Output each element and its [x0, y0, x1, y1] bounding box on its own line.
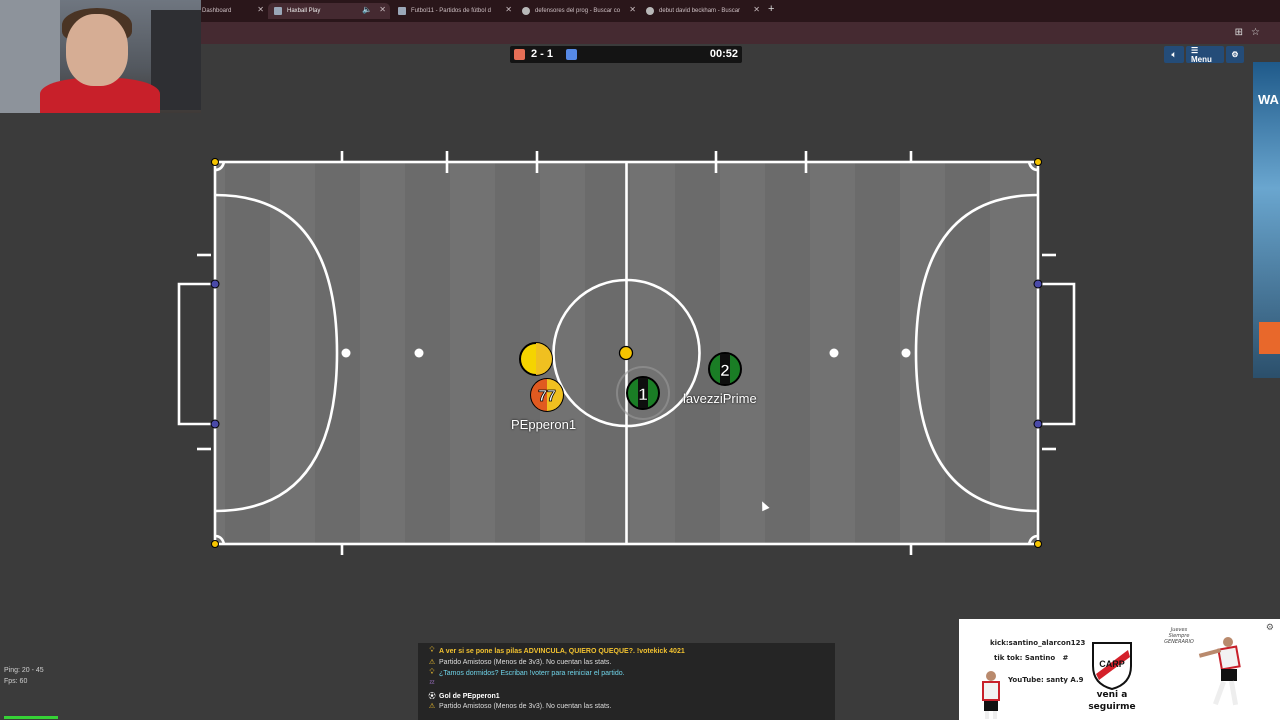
player-figure-left: [979, 671, 1003, 719]
follow-call-to-action: veni a seguirme: [1088, 690, 1136, 712]
player-name-pepperon1: PEpperon1: [511, 417, 577, 432]
chat-message: ⚠ Partido Amistoso (Menos de 3v3). No cu…: [428, 658, 612, 667]
signature: Jueves Siempre GENERARIO: [1164, 627, 1194, 645]
player-blue-2: 2: [708, 352, 742, 386]
river-plate-crest-icon: CARP: [1092, 642, 1132, 690]
bulb-icon: 💡︎: [429, 647, 435, 654]
chat-message: ᶻᶻ: [428, 680, 439, 687]
warning-icon: ⚠: [428, 703, 436, 710]
youtube-handle: YouTube: santy A.9: [1008, 676, 1084, 684]
warning-icon: ⚠: [428, 659, 436, 666]
player-red-1: [519, 342, 553, 376]
bulb-icon: 💡︎: [429, 669, 435, 676]
player-number: 1: [638, 385, 647, 404]
player-blue-1: 1: [626, 376, 660, 410]
left-goal: [177, 282, 215, 426]
player-figure-right: [1197, 637, 1257, 717]
kick-handle: kick:santino_alarcon123: [990, 639, 1086, 647]
svg-text:CARP: CARP: [1099, 659, 1125, 669]
stats-graph: [4, 716, 58, 719]
tiktok-handle: tik tok: Santino #: [994, 654, 1069, 662]
pitch: 77 1 2: [177, 151, 1076, 555]
ping-readout: Ping: 20 - 45: [4, 667, 44, 674]
chat-message: 💡︎ ¿Tamos dormidos? Escriban !voterr par…: [429, 669, 625, 677]
chat-panel[interactable]: 💡︎ A ver si se pone las pilas ADVINCULA,…: [418, 643, 835, 720]
player-number: 2: [720, 361, 729, 380]
chat-message: ⚽︎ Gol de PEpperon1: [428, 692, 500, 701]
chat-message: ⚠ Partido Amistoso (Menos de 3v3). No cu…: [428, 702, 612, 711]
screen: Dashboard ✕ Haxball Play 🔈 ✕ Futbol11 - …: [0, 0, 1280, 720]
player-number: 77: [538, 388, 556, 405]
player-name-lavezziprime: lavezziPrime: [683, 391, 757, 406]
network-stats: Ping: 20 - 45 Fps: 60: [4, 665, 44, 687]
ball: [618, 345, 634, 361]
right-goal: [1038, 282, 1076, 426]
player-red-77: 77: [530, 378, 564, 412]
ball-icon: ⚽︎: [428, 693, 436, 700]
sleep-icon: ᶻᶻ: [429, 680, 435, 687]
chat-message: 💡︎ A ver si se pone las pilas ADVINCULA,…: [429, 647, 685, 655]
fps-readout: Fps: 60: [4, 678, 28, 685]
settings-icon: ⚙: [1265, 623, 1274, 633]
